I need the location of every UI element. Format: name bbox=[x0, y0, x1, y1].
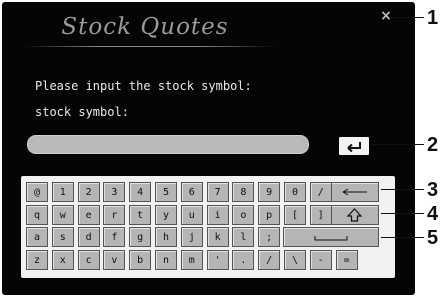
close-button[interactable]: × bbox=[379, 9, 393, 23]
key[interactable]: r bbox=[103, 205, 126, 225]
stock-symbol-label: stock symbol: bbox=[35, 105, 129, 119]
callout-line-5 bbox=[381, 237, 424, 238]
key[interactable]: 5 bbox=[155, 182, 177, 202]
title-divider bbox=[24, 46, 274, 47]
key[interactable]: j bbox=[180, 227, 203, 247]
key[interactable]: p bbox=[258, 205, 281, 225]
key[interactable]: \ bbox=[284, 250, 306, 270]
key[interactable]: w bbox=[51, 205, 74, 225]
shift-key[interactable] bbox=[330, 205, 379, 225]
key[interactable]: x bbox=[51, 250, 74, 270]
space-key[interactable] bbox=[283, 227, 379, 247]
key[interactable]: - bbox=[309, 250, 332, 270]
key[interactable]: / bbox=[258, 250, 281, 270]
key[interactable]: 1 bbox=[51, 182, 74, 202]
key[interactable]: = bbox=[335, 250, 358, 270]
key[interactable]: 6 bbox=[180, 182, 203, 202]
callout-line-4 bbox=[381, 213, 424, 214]
key[interactable]: / bbox=[309, 182, 332, 202]
key[interactable]: b bbox=[129, 250, 152, 270]
key[interactable]: n bbox=[155, 250, 177, 270]
key[interactable]: 2 bbox=[77, 182, 100, 202]
key[interactable]: ; bbox=[258, 227, 281, 247]
key[interactable]: . bbox=[232, 250, 255, 270]
key[interactable]: 0 bbox=[284, 182, 306, 202]
key[interactable]: g bbox=[129, 227, 152, 247]
key[interactable]: 4 bbox=[129, 182, 152, 202]
backspace-key[interactable] bbox=[330, 182, 379, 202]
key[interactable]: 9 bbox=[258, 182, 281, 202]
on-screen-keyboard: @1 2 3 4 5 6 7 8 9 0/q w e r t y u i o p[] a s d f g h j k l; z x c v b n… bbox=[21, 176, 395, 278]
key[interactable]: t bbox=[129, 205, 152, 225]
prompt-text: Please input the stock symbol: bbox=[35, 79, 252, 93]
enter-icon bbox=[347, 142, 361, 153]
enter-button[interactable] bbox=[339, 137, 369, 155]
callout-2: 2 bbox=[427, 134, 439, 156]
callout-line-2 bbox=[372, 144, 424, 145]
space-icon bbox=[314, 236, 348, 241]
backspace-arrow-icon bbox=[342, 188, 367, 196]
key[interactable]: ' bbox=[206, 250, 229, 270]
callout-3: 3 bbox=[427, 179, 439, 201]
callout-line-1 bbox=[391, 17, 424, 18]
dialog-title: Stock Quotes bbox=[61, 14, 229, 40]
key[interactable]: i bbox=[206, 205, 229, 225]
key[interactable]: 3 bbox=[103, 182, 126, 202]
key[interactable]: @ bbox=[26, 182, 48, 202]
shift-arrow-icon bbox=[346, 208, 363, 222]
callout-1: 1 bbox=[427, 7, 439, 29]
callout-line-3 bbox=[381, 189, 424, 190]
key[interactable]: l bbox=[232, 227, 255, 247]
key[interactable]: u bbox=[180, 205, 203, 225]
key[interactable]: [ bbox=[284, 205, 306, 225]
stock-symbol-input[interactable] bbox=[27, 135, 309, 154]
key[interactable]: m bbox=[180, 250, 203, 270]
key[interactable]: y bbox=[155, 205, 177, 225]
key[interactable]: o bbox=[232, 205, 255, 225]
key[interactable]: f bbox=[103, 227, 126, 247]
key[interactable]: a bbox=[26, 227, 48, 247]
key[interactable]: e bbox=[77, 205, 100, 225]
key[interactable]: c bbox=[77, 250, 100, 270]
key[interactable]: d bbox=[77, 227, 100, 247]
key[interactable]: k bbox=[206, 227, 229, 247]
key[interactable]: q bbox=[26, 205, 48, 225]
callout-4: 4 bbox=[427, 203, 439, 225]
key[interactable]: s bbox=[51, 227, 74, 247]
key[interactable]: 8 bbox=[232, 182, 255, 202]
callout-5: 5 bbox=[427, 227, 439, 249]
key[interactable]: ] bbox=[309, 205, 332, 225]
key[interactable]: z bbox=[26, 250, 48, 270]
key[interactable]: 7 bbox=[206, 182, 229, 202]
key[interactable]: v bbox=[103, 250, 126, 270]
key[interactable]: h bbox=[155, 227, 177, 247]
